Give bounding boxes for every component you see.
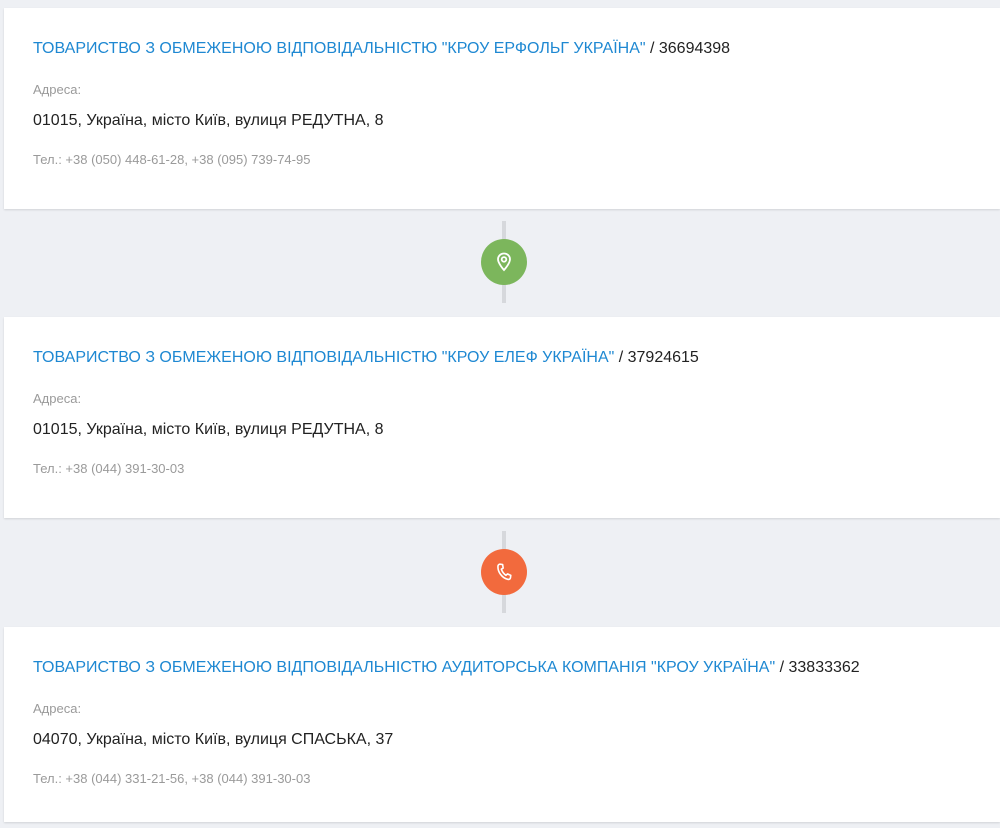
address-label: Адреса: — [33, 701, 82, 716]
company-name-link[interactable]: ТОВАРИСТВО З ОБМЕЖЕНОЮ ВІДПОВІДАЛЬНІСТЮ … — [33, 659, 775, 676]
address-label: Адреса: — [33, 391, 82, 406]
company-code: / 33833362 — [775, 659, 860, 676]
company-title: ТОВАРИСТВО З ОБМЕЖЕНОЮ ВІДПОВІДАЛЬНІСТЮ … — [33, 40, 730, 58]
phone-connector — [481, 531, 527, 613]
phone-icon — [497, 563, 512, 581]
address-value: 01015, Україна, місто Київ, вулиця РЕДУТ… — [33, 421, 384, 438]
company-title: ТОВАРИСТВО З ОБМЕЖЕНОЮ ВІДПОВІДАЛЬНІСТЮ … — [33, 349, 699, 367]
address-value: 04070, Україна, місто Київ, вулиця СПАСЬ… — [33, 731, 394, 748]
address-connector — [481, 221, 527, 303]
company-title: ТОВАРИСТВО З ОБМЕЖЕНОЮ ВІДПОВІДАЛЬНІСТЮ … — [33, 659, 860, 677]
company-card: ТОВАРИСТВО З ОБМЕЖЕНОЮ ВІДПОВІДАЛЬНІСТЮ … — [4, 8, 1000, 209]
address-value: 01015, Україна, місто Київ, вулиця РЕДУТ… — [33, 112, 384, 129]
phone-numbers: Тел.: +38 (044) 331-21-56, +38 (044) 391… — [33, 771, 311, 786]
company-code: / 36694398 — [645, 40, 731, 57]
company-card: ТОВАРИСТВО З ОБМЕЖЕНОЮ ВІДПОВІДАЛЬНІСТЮ … — [4, 627, 1000, 822]
company-name-link[interactable]: ТОВАРИСТВО З ОБМЕЖЕНОЮ ВІДПОВІДАЛЬНІСТЮ … — [33, 40, 646, 57]
address-connector-badge — [481, 239, 527, 285]
phone-numbers: Тел.: +38 (050) 448-61-28, +38 (095) 739… — [33, 152, 311, 167]
map-pin-icon — [497, 252, 511, 272]
phone-connector-badge — [481, 549, 527, 595]
company-code: / 37924615 — [614, 349, 699, 366]
company-name-link[interactable]: ТОВАРИСТВО З ОБМЕЖЕНОЮ ВІДПОВІДАЛЬНІСТЮ … — [33, 349, 614, 366]
address-label: Адреса: — [33, 82, 82, 97]
phone-numbers: Тел.: +38 (044) 391-30-03 — [33, 461, 185, 476]
company-card: ТОВАРИСТВО З ОБМЕЖЕНОЮ ВІДПОВІДАЛЬНІСТЮ … — [4, 317, 1000, 518]
